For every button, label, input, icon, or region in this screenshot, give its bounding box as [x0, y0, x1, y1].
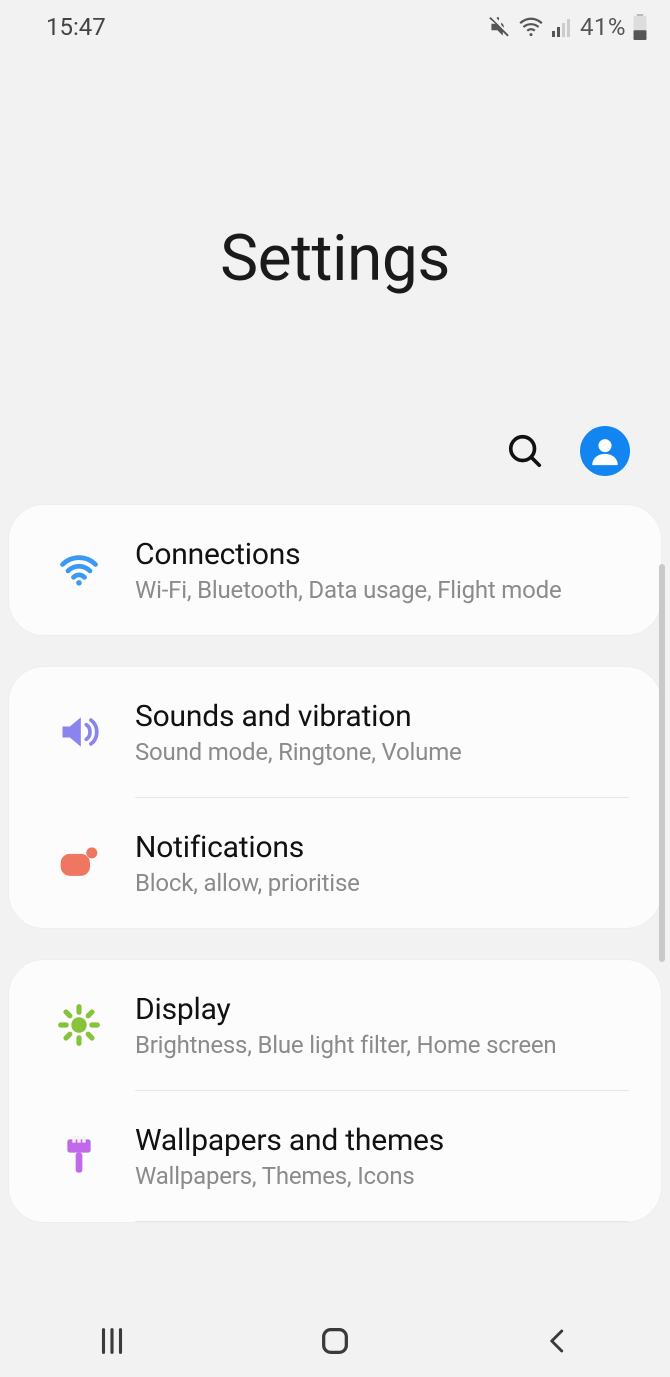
home-button[interactable]	[265, 1311, 405, 1371]
scroll-indicator[interactable]	[659, 564, 665, 962]
battery-icon	[632, 14, 648, 40]
row-title: Display	[135, 992, 643, 1027]
row-subtitle: Block, allow, prioritise	[135, 869, 643, 897]
toolbar	[0, 296, 670, 504]
notifications-row[interactable]: Notifications Block, allow, prioritise	[9, 798, 661, 928]
row-subtitle: Wallpapers, Themes, Icons	[135, 1162, 643, 1190]
wifi-color-icon	[57, 548, 101, 592]
wifi-icon	[518, 14, 544, 40]
back-button[interactable]	[488, 1311, 628, 1371]
wallpapers-row[interactable]: Wallpapers and themes Wallpapers, Themes…	[9, 1091, 661, 1221]
row-title: Notifications	[135, 830, 643, 865]
recents-button[interactable]	[42, 1311, 182, 1371]
settings-group-display: Display Brightness, Blue light filter, H…	[8, 959, 662, 1223]
status-icons: 41%	[486, 13, 648, 41]
status-time: 15:47	[46, 13, 106, 41]
row-title: Wallpapers and themes	[135, 1123, 643, 1158]
status-bar: 15:47 41%	[0, 0, 670, 46]
signal-icon	[550, 15, 574, 39]
divider	[135, 1221, 629, 1222]
notification-icon	[57, 841, 101, 885]
mute-icon	[486, 14, 512, 40]
row-subtitle: Brightness, Blue light filter, Home scre…	[135, 1031, 643, 1059]
row-subtitle: Wi-Fi, Bluetooth, Data usage, Flight mod…	[135, 576, 643, 604]
back-icon	[543, 1326, 573, 1356]
header: Settings	[0, 46, 670, 296]
settings-group-sounds: Sounds and vibration Sound mode, Rington…	[8, 666, 662, 929]
recents-icon	[95, 1324, 129, 1358]
paintbrush-icon	[59, 1136, 99, 1176]
home-icon	[318, 1324, 352, 1358]
person-icon	[588, 434, 622, 468]
row-subtitle: Sound mode, Ringtone, Volume	[135, 738, 643, 766]
brightness-icon	[57, 1003, 101, 1047]
search-button[interactable]	[502, 428, 548, 474]
account-button[interactable]	[580, 426, 630, 476]
row-title: Sounds and vibration	[135, 699, 643, 734]
sounds-row[interactable]: Sounds and vibration Sound mode, Rington…	[9, 667, 661, 797]
connections-row[interactable]: Connections Wi-Fi, Bluetooth, Data usage…	[9, 505, 661, 635]
sound-icon	[57, 710, 101, 754]
row-title: Connections	[135, 537, 643, 572]
settings-group-connections: Connections Wi-Fi, Bluetooth, Data usage…	[8, 504, 662, 636]
nav-bar	[0, 1305, 670, 1377]
battery-percent: 41%	[580, 13, 626, 41]
display-row[interactable]: Display Brightness, Blue light filter, H…	[9, 960, 661, 1090]
page-title: Settings	[0, 221, 670, 296]
search-icon	[506, 432, 544, 470]
